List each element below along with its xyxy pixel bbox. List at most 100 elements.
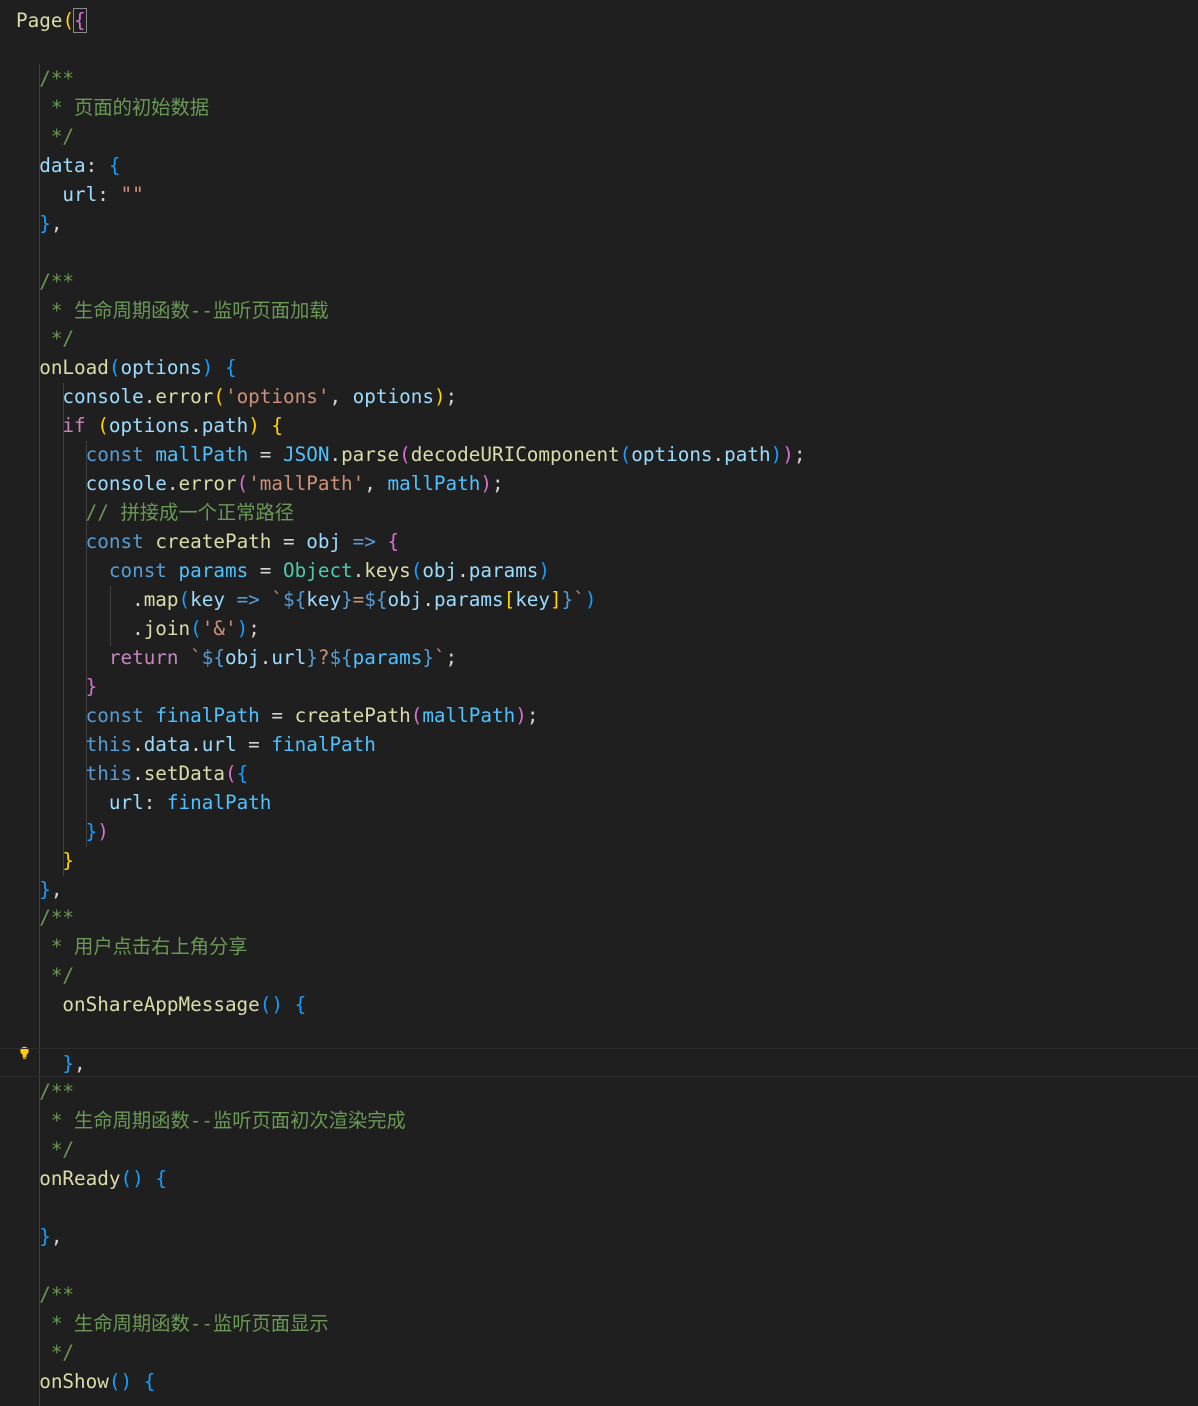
code-token: */ xyxy=(16,327,75,350)
code-token: ( xyxy=(213,385,225,408)
code-line[interactable]: onShow() { xyxy=(16,1367,155,1396)
code-token: decodeURIComponent xyxy=(410,443,620,466)
code-line[interactable]: /** xyxy=(16,903,74,932)
code-line[interactable]: /** xyxy=(16,267,74,296)
code-token: . xyxy=(132,762,144,785)
code-token: } xyxy=(16,849,75,872)
code-line[interactable]: url: finalPath xyxy=(16,788,272,817)
code-line[interactable]: } xyxy=(16,672,98,701)
code-token: : xyxy=(85,154,109,177)
code-line[interactable]: .join('&'); xyxy=(16,614,260,643)
code-line[interactable]: * 生命周期函数--监听页面加载 xyxy=(16,296,329,325)
code-token: [ xyxy=(503,588,516,611)
code-line[interactable]: * 生命周期函数--监听页面初次渲染完成 xyxy=(16,1106,406,1135)
code-line[interactable]: */ xyxy=(16,961,74,990)
code-token: return xyxy=(16,646,179,669)
code-line[interactable]: .map(key => `${key}=${obj.params[key]}`) xyxy=(16,585,596,614)
code-token: { xyxy=(294,993,307,1016)
code-token: ) xyxy=(538,559,551,582)
code-token: = xyxy=(259,704,295,727)
code-token: , xyxy=(50,878,63,901)
code-token: data xyxy=(143,733,191,756)
code-token: } xyxy=(16,878,51,901)
code-token: } xyxy=(341,588,353,611)
code-token: mallPath xyxy=(155,443,249,466)
code-line[interactable]: const finalPath = createPath(mallPath); xyxy=(16,701,539,730)
code-token: // 拼接成一个正常路径 xyxy=(16,501,295,524)
code-editor[interactable]: Page({ /** * 页面的初始数据 */ data: { url: "" … xyxy=(0,0,1198,1406)
code-line[interactable]: onLoad(options) { xyxy=(16,353,236,382)
code-line[interactable]: */ xyxy=(16,1338,74,1367)
code-line[interactable]: }, xyxy=(16,209,62,238)
code-token: finalPath xyxy=(155,704,260,727)
code-line[interactable]: return `${obj.url}?${params}`; xyxy=(16,643,457,672)
code-line[interactable]: * 生命周期函数--监听页面显示 xyxy=(16,1309,329,1338)
code-token: ) xyxy=(770,443,783,466)
code-line[interactable]: /** xyxy=(16,64,74,93)
code-line[interactable]: /** xyxy=(16,1077,74,1106)
code-line[interactable]: }, xyxy=(16,875,62,904)
code-token: . xyxy=(712,443,725,466)
code-line[interactable]: }) xyxy=(16,817,109,846)
code-token: * 生命周期函数--监听页面初次渲染完成 xyxy=(16,1109,406,1132)
code-line[interactable]: }, xyxy=(0,1048,1198,1077)
code-token: = xyxy=(236,733,272,756)
code-token: const xyxy=(16,530,144,553)
code-token: createPath xyxy=(155,530,272,553)
code-token: obj xyxy=(306,530,342,553)
code-token: : xyxy=(97,183,121,206)
code-line[interactable]: * 页面的初始数据 xyxy=(16,93,209,122)
code-token: const xyxy=(16,704,144,727)
code-token: * 生命周期函数--监听页面显示 xyxy=(16,1312,329,1335)
code-token: mallPath xyxy=(422,704,516,727)
code-line[interactable]: const mallPath = JSON.parse(decodeURICom… xyxy=(16,440,806,469)
code-token: = xyxy=(352,588,365,611)
code-line[interactable]: Page({ xyxy=(16,6,87,35)
code-line[interactable]: url: "" xyxy=(16,180,143,209)
code-token: /** xyxy=(16,67,75,90)
code-line[interactable]: /** xyxy=(16,1280,74,1309)
code-token: key xyxy=(306,588,342,611)
code-token: . xyxy=(457,559,469,582)
code-token: */ xyxy=(16,964,75,987)
code-token: ) xyxy=(480,472,492,495)
code-line[interactable]: data: { xyxy=(16,151,120,180)
code-line[interactable]: if (options.path) { xyxy=(16,411,283,440)
code-line[interactable]: console.error('options', options); xyxy=(16,382,457,411)
code-token: '&' xyxy=(201,617,237,640)
code-line[interactable]: // 拼接成一个正常路径 xyxy=(16,498,294,527)
code-token: /** xyxy=(16,1080,75,1103)
code-token: ; xyxy=(445,385,458,408)
code-line[interactable]: this.data.url = finalPath xyxy=(16,730,376,759)
code-token: } xyxy=(422,646,434,669)
code-line[interactable]: console.error('mallPath', mallPath); xyxy=(16,469,504,498)
code-token: ; xyxy=(793,443,806,466)
code-line[interactable]: const createPath = obj => { xyxy=(16,527,399,556)
code-line[interactable]: }, xyxy=(16,1222,62,1251)
code-token: options xyxy=(120,356,202,379)
code-token: Page xyxy=(16,9,63,32)
code-token: , xyxy=(50,212,63,235)
code-token: ${ xyxy=(283,588,307,611)
code-line[interactable]: onReady() { xyxy=(16,1164,167,1193)
code-token: ) xyxy=(584,588,597,611)
code-line[interactable]: * 用户点击右上角分享 xyxy=(16,932,248,961)
code-token: obj xyxy=(224,646,260,669)
code-token: Object xyxy=(283,559,353,582)
code-token: ` xyxy=(433,646,446,669)
code-line[interactable]: this.setData({ xyxy=(16,759,249,788)
code-line[interactable]: */ xyxy=(16,122,74,151)
code-line[interactable]: const params = Object.keys(obj.params) xyxy=(16,556,550,585)
code-line[interactable]: */ xyxy=(16,1135,74,1164)
code-line[interactable]: onShareAppMessage() { xyxy=(16,990,306,1019)
code-token: params xyxy=(352,646,423,669)
code-token: ` xyxy=(271,588,284,611)
code-token: ` xyxy=(190,646,202,669)
code-line[interactable]: */ xyxy=(16,324,74,353)
code-token: { xyxy=(236,762,249,785)
code-line[interactable]: } xyxy=(16,846,74,875)
code-token: path xyxy=(724,443,771,466)
code-token: url xyxy=(271,646,307,669)
